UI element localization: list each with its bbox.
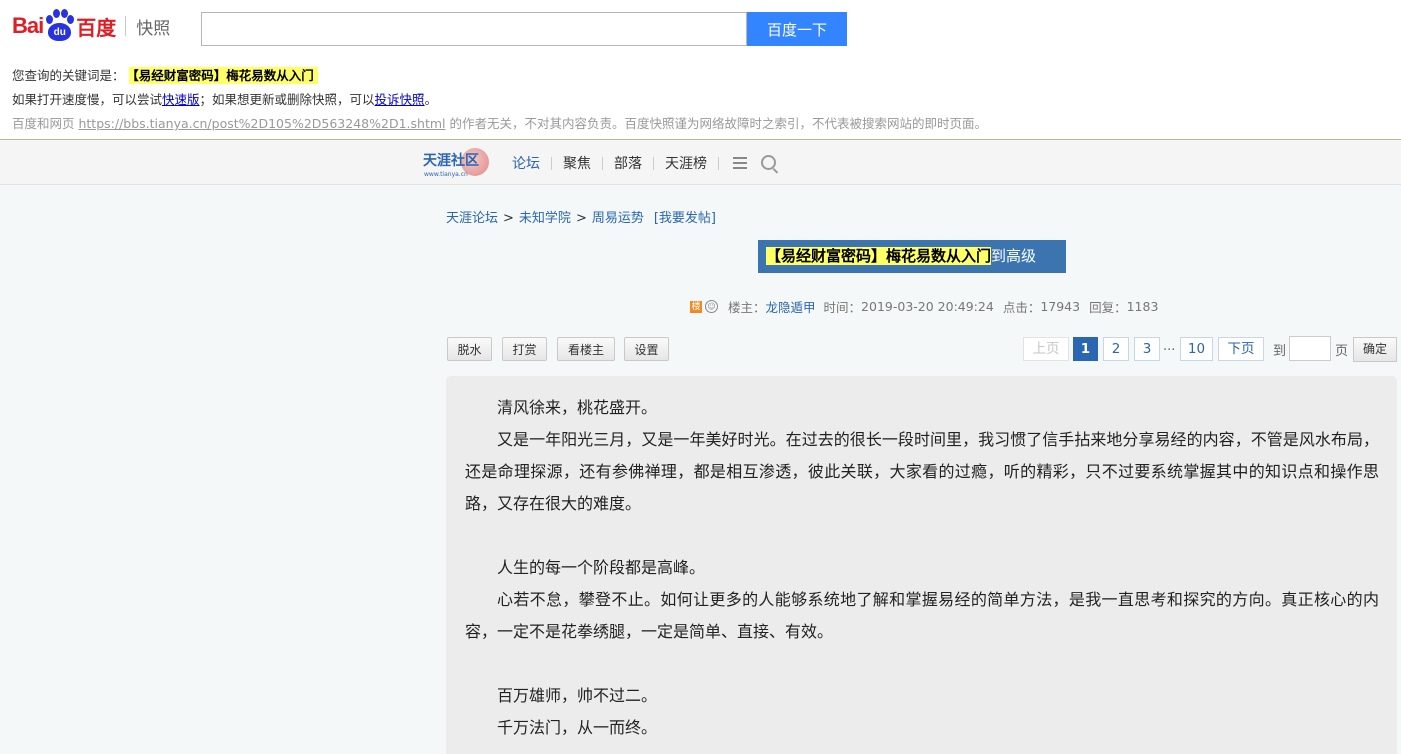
disclaimer-line: 百度和网页 https://bbs.tianya.cn/post%2D105%2… — [12, 113, 987, 132]
tianya-logo[interactable]: 天涯社区 www.tianya.cn — [423, 146, 493, 180]
tianya-nav-links: 论坛 聚焦 部落 天涯榜 — [512, 153, 730, 173]
dehydrate-button[interactable]: 脱水 — [447, 337, 492, 361]
fast-version-link[interactable]: 快速版 — [162, 92, 200, 107]
search-input[interactable] — [201, 12, 747, 46]
page-number-input[interactable] — [1289, 336, 1331, 361]
update-hint-text: ；如果想更新或删除快照，可以 — [199, 92, 375, 107]
nav-divider — [602, 156, 603, 170]
breadcrumb-board[interactable]: 周易运势 — [592, 211, 644, 226]
disclaimer-text: 的作者无关，不对其内容负责。百度快照谨为网络故障时之索引，不代表被搜索网站的即时… — [445, 116, 987, 131]
post-content: 清风徐来，桃花盛开。 又是一年阳光三月，又是一年美好时光。在过去的很长一段时间里… — [446, 376, 1397, 754]
snapshot-label: 快照 — [136, 18, 171, 39]
search-button[interactable]: 百度一下 — [747, 12, 847, 46]
page-3-button[interactable]: 3 — [1134, 337, 1160, 361]
pager-ellipsis: ... — [1163, 339, 1176, 354]
prev-page-button[interactable]: 上页 — [1023, 337, 1069, 361]
speed-hint-line: 如果打开速度慢，可以尝试快速版；如果想更新或删除快照，可以投诉快照。 — [12, 89, 437, 108]
content-paragraph: 人生的每一个阶段都是高峰。 — [497, 558, 706, 577]
owner-label: 楼主： — [728, 300, 766, 315]
speed-hint-text: 如果打开速度慢，可以尝试 — [12, 92, 163, 107]
tianya-logo-url: www.tianya.cn — [424, 171, 468, 178]
nav-divider — [718, 156, 719, 170]
tianya-top-nav: 天涯社区 www.tianya.cn 论坛 聚焦 部落 天涯榜 — [0, 140, 1401, 185]
page-2-button[interactable]: 2 — [1103, 337, 1129, 361]
content-paragraph: 千万法门，从一而终。 — [497, 718, 658, 737]
source-url-link[interactable]: https://bbs.tianya.cn/post%2D105%2D56324… — [78, 116, 445, 131]
keyword-line: 您查询的关键词是： 【易经财富密码】梅花易数从入门 — [12, 65, 318, 84]
owner-badge-icon: 楼 — [690, 300, 702, 313]
content-paragraph: 心若不怠，攀登不止。如何让更多的人能够系统地了解和掌握易经的简单方法，是我一直思… — [465, 590, 1379, 641]
owner-name-link[interactable]: 龙隐遁甲 — [766, 297, 816, 316]
baidu-logo-cn: 百度 — [76, 15, 117, 40]
post-meta: 楼 ☺ 楼主： 龙隐遁甲 时间： 2019-03-20 20:49:24 点击： 17… — [690, 297, 1158, 316]
baidu-logo[interactable]: Bai du 百度 快照 — [12, 8, 170, 44]
tianya-logo-text: 天涯社区 — [423, 153, 479, 169]
post-time: 2019-03-20 20:49:24 — [861, 299, 994, 314]
breadcrumb-college[interactable]: 未知学院 — [519, 211, 571, 226]
baidu-snapshot-header: Bai du 百度 快照 百度一下 您查询的关键词是： 【易经财富密码】梅花易数从… — [0, 0, 1401, 140]
new-post-link[interactable]: [我要发帖] — [654, 211, 716, 226]
breadcrumb-sep: > — [503, 211, 514, 226]
tip-button[interactable]: 打赏 — [502, 337, 547, 361]
page-10-button[interactable]: 10 — [1180, 337, 1213, 361]
next-page-button[interactable]: 下页 — [1218, 337, 1264, 361]
disclaimer-prefix: 百度和网页 — [12, 116, 79, 131]
time-label: 时间： — [823, 300, 862, 315]
goto-label: 到 — [1273, 344, 1287, 359]
post-title-rest: 到高级 — [991, 247, 1037, 265]
logo-divider — [125, 16, 127, 36]
complaint-link[interactable]: 投诉快照 — [375, 92, 425, 107]
clicks-label: 点击： — [1002, 300, 1041, 315]
content-paragraph: 百万雄师，帅不过二。 — [497, 686, 658, 705]
nav-forum[interactable]: 论坛 — [512, 153, 540, 173]
period-text: 。 — [424, 92, 438, 107]
click-count: 17943 — [1040, 299, 1081, 314]
breadcrumb-forum[interactable]: 天涯论坛 — [446, 211, 498, 226]
nav-tribe[interactable]: 部落 — [614, 153, 642, 173]
nav-divider — [653, 156, 654, 170]
baidu-logo-du: du — [48, 23, 72, 41]
settings-button[interactable]: 设置 — [624, 337, 669, 361]
content-paragraph: 清风徐来，桃花盛开。 — [497, 398, 658, 417]
keyword-prefix: 您查询的关键词是： — [12, 68, 125, 83]
post-title: 【易经财富密码】梅花易数从入门到高级 — [758, 240, 1066, 273]
replies-label: 回复： — [1089, 300, 1127, 315]
baidu-paw-icon: du — [44, 9, 75, 43]
keyword-highlight: 【易经财富密码】梅花易数从入门 — [128, 67, 318, 84]
breadcrumb-sep: > — [575, 211, 587, 226]
content-blank-line — [465, 648, 1379, 680]
breadcrumb: 天涯论坛 > 未知学院 > 周易运势 [我要发帖] — [446, 207, 716, 226]
search-icon[interactable] — [761, 155, 776, 170]
page-1-button[interactable]: 1 — [1073, 337, 1098, 361]
baidu-logo-bai: Bai — [12, 13, 44, 38]
goto-confirm-button[interactable]: 确定 — [1353, 337, 1397, 362]
content-blank-line — [465, 520, 1379, 552]
nav-focus[interactable]: 聚焦 — [563, 153, 591, 173]
nav-ranking[interactable]: 天涯榜 — [665, 153, 707, 173]
content-paragraph: 又是一年阳光三月，又是一年美好时光。在过去的很长一段时间里，我习惯了信手拈来地分… — [465, 430, 1379, 513]
nav-divider — [551, 156, 552, 170]
owner-only-button[interactable]: 看楼主 — [557, 337, 615, 361]
reply-count: 1183 — [1126, 299, 1159, 314]
page-unit-label: 页 — [1335, 344, 1349, 359]
post-title-highlight: 【易经财富密码】梅花易数从入门 — [766, 247, 992, 265]
menu-icon[interactable] — [733, 157, 747, 169]
smile-icon: ☺ — [705, 300, 718, 313]
